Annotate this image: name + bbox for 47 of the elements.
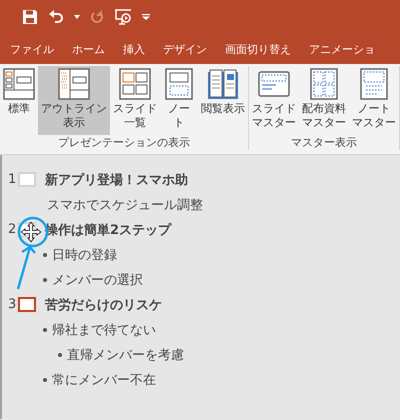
- slide-title: 新アプリ登場！スマホ助: [45, 172, 188, 188]
- ribbon-tab[interactable]: 画面切り替え: [225, 42, 291, 56]
- view-button[interactable]: ノー ト: [160, 66, 198, 135]
- bullet-dot: [58, 352, 62, 356]
- slide-sorter-icon: [119, 68, 151, 100]
- presentation-icon[interactable]: [114, 9, 132, 25]
- subtitle-text: スマホでスケジュール調整: [47, 196, 203, 214]
- undo-icon[interactable]: [48, 9, 64, 25]
- notes-master-icon: [360, 68, 388, 100]
- normal-view-icon: [3, 68, 35, 100]
- handout-master-icon: [310, 68, 338, 100]
- outline-view-icon: [58, 68, 90, 100]
- view-button[interactable]: スライド 一覧: [110, 66, 160, 135]
- slide-master-icon: [258, 71, 290, 97]
- bullet-text: メンバーの選択: [52, 272, 143, 288]
- bullet-text: 直帰メンバーを考慮: [67, 346, 184, 364]
- group-label: プレゼンテーションの表示: [57, 135, 191, 150]
- view-button[interactable]: 標準: [0, 66, 38, 135]
- bullet-text: 常にメンバー不在: [52, 372, 156, 388]
- caret-icon[interactable]: [74, 15, 80, 19]
- view-button[interactable]: 閲覧表示: [198, 66, 248, 135]
- bullet-dot: [43, 328, 47, 332]
- save-icon[interactable]: [22, 9, 38, 25]
- slide-number: 2: [8, 222, 18, 237]
- bullet-dot: [43, 252, 47, 256]
- view-button[interactable]: スライド マスター: [249, 66, 299, 135]
- bullet-text: 帰社まで待てない: [52, 322, 156, 338]
- ribbon-tab[interactable]: 挿入: [123, 42, 145, 56]
- slide-number: 1: [8, 172, 18, 187]
- view-button[interactable]: 配布資料 マスター: [299, 66, 349, 135]
- bullet-text: 日時の登録: [52, 246, 117, 264]
- view-button[interactable]: ノート マスター: [349, 66, 399, 135]
- customize-icon[interactable]: [142, 14, 150, 20]
- slide-title: 苦労だらけのリスケ: [45, 296, 162, 314]
- ribbon-tab[interactable]: アニメーショ: [309, 42, 375, 56]
- ribbon-tab[interactable]: ホーム: [72, 42, 105, 56]
- slide-thumbnail[interactable]: [18, 297, 36, 312]
- group-label: マスター表示: [290, 135, 358, 150]
- bullet-dot: [43, 278, 47, 282]
- open-book-icon: [208, 70, 238, 99]
- ribbon-tab[interactable]: ファイル: [10, 42, 54, 56]
- slide-number: 3: [8, 297, 18, 312]
- ribbon-tab[interactable]: デザイン: [163, 42, 207, 56]
- move-cursor-icon: [20, 222, 42, 242]
- view-button[interactable]: アウトライン 表示: [38, 66, 110, 135]
- notes-page-icon: [165, 68, 193, 100]
- bullet-dot: [43, 378, 47, 382]
